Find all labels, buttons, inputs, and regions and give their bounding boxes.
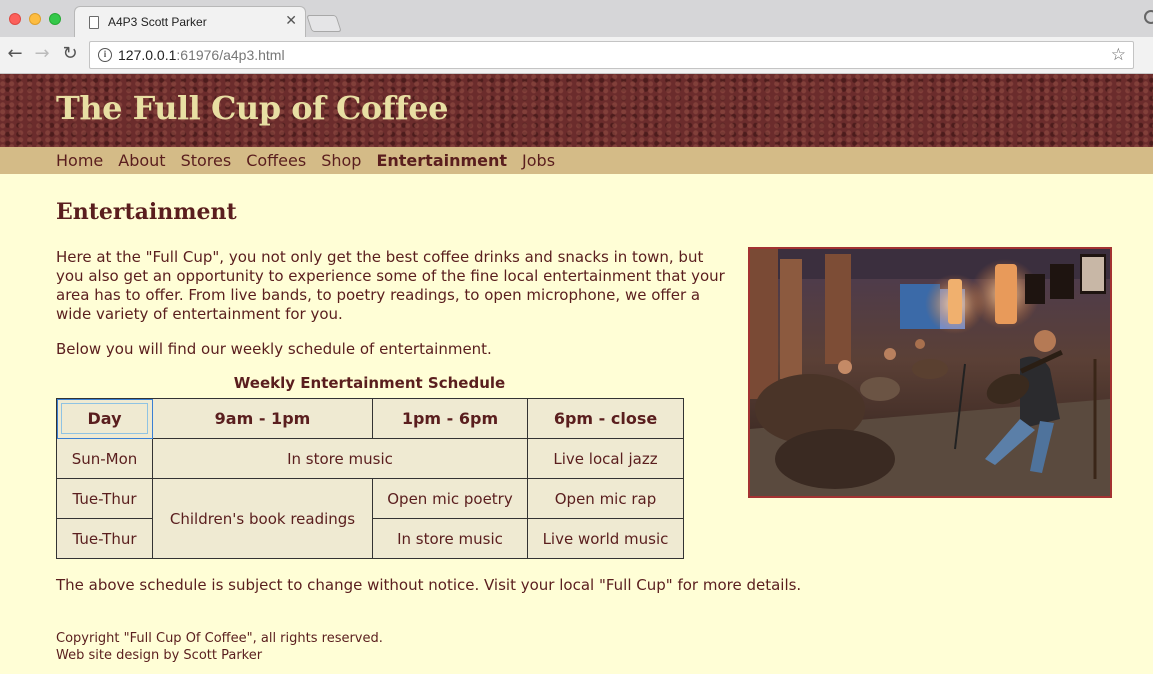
schedule-caption: Weekly Entertainment Schedule (233, 374, 506, 392)
table-cell: In store music (152, 438, 528, 479)
url-text[interactable]: 127.0.0.1:61976/a4p3.html (118, 47, 285, 63)
table-cell: Live world music (527, 518, 684, 559)
table-cell: Live local jazz (527, 438, 684, 479)
nav-stores[interactable]: Stores (181, 151, 232, 171)
schedule-table: Day 9am - 1pm 1pm - 6pm 6pm - close Sun-… (56, 398, 684, 559)
table-header-row: Day 9am - 1pm 1pm - 6pm 6pm - close (56, 398, 684, 439)
bookmark-star-icon[interactable]: ☆ (1111, 44, 1126, 66)
document-icon (89, 16, 99, 29)
nav-shop[interactable]: Shop (321, 151, 361, 171)
info-icon[interactable]: i (98, 48, 112, 62)
table-cell-day: Sun-Mon (56, 438, 153, 479)
header-morning: 9am - 1pm (152, 398, 373, 439)
design-credit: Web site design by Scott Parker (56, 648, 263, 663)
site-banner: The Full Cup of Coffee (0, 74, 1153, 147)
reload-icon[interactable]: ↻ (60, 44, 80, 64)
browser-tab-bar: A4P3 Scott Parker ✕ (0, 0, 1153, 37)
copyright-text: Copyright "Full Cup Of Coffee", all righ… (56, 631, 383, 646)
tab-title: A4P3 Scott Parker (108, 15, 207, 29)
profile-icon[interactable] (1144, 10, 1153, 24)
footer: Copyright "Full Cup Of Coffee", all righ… (56, 630, 383, 664)
minimize-window-button[interactable] (29, 13, 41, 25)
table-cell-day: Tue-Thur (56, 478, 153, 519)
new-tab-button[interactable] (306, 15, 342, 32)
url-host: 127.0.0.1 (118, 47, 177, 63)
nav-list: Home About Stores Coffees Shop Entertain… (56, 151, 570, 171)
nav-jobs[interactable]: Jobs (522, 151, 555, 171)
header-evening: 6pm - close (527, 398, 684, 439)
back-arrow-icon[interactable]: ← (5, 44, 25, 64)
site-nav: Home About Stores Coffees Shop Entertain… (0, 147, 1153, 174)
site-title: The Full Cup of Coffee (56, 89, 449, 127)
nav-home[interactable]: Home (56, 151, 103, 171)
table-cell: In store music (372, 518, 528, 559)
header-day: Day (56, 398, 153, 439)
forward-arrow-icon[interactable]: → (32, 44, 52, 64)
nav-entertainment[interactable]: Entertainment (376, 151, 507, 171)
table-cell: Children's book readings (152, 478, 373, 559)
schedule-notice: The above schedule is subject to change … (56, 576, 802, 594)
close-window-button[interactable] (9, 13, 21, 25)
table-cell: Open mic rap (527, 478, 684, 519)
coffee-shop-performance-image (750, 249, 1110, 496)
table-cell-day: Tue-Thur (56, 518, 153, 559)
url-path: :61976/a4p3.html (176, 47, 285, 63)
nav-about[interactable]: About (118, 151, 165, 171)
nav-coffees[interactable]: Coffees (246, 151, 306, 171)
zoom-window-button[interactable] (49, 13, 61, 25)
browser-toolbar: ← → ↻ i 127.0.0.1:61976/a4p3.html ☆ (0, 37, 1153, 74)
table-row: Tue-Thur Children's book readings Open m… (56, 478, 684, 559)
entertainment-photo (748, 247, 1112, 498)
header-afternoon: 1pm - 6pm (372, 398, 528, 439)
browser-tab[interactable]: A4P3 Scott Parker ✕ (74, 6, 306, 37)
table-row: Sun-Mon In store music Live local jazz (56, 438, 684, 479)
table-cell: Open mic poetry (372, 478, 528, 519)
intro-paragraph: Here at the "Full Cup", you not only get… (56, 248, 725, 323)
address-bar[interactable]: i 127.0.0.1:61976/a4p3.html ☆ (89, 41, 1134, 69)
schedule-intro: Below you will find our weekly schedule … (56, 340, 492, 358)
page-heading: Entertainment (56, 199, 237, 225)
close-tab-icon[interactable]: ✕ (285, 13, 297, 29)
